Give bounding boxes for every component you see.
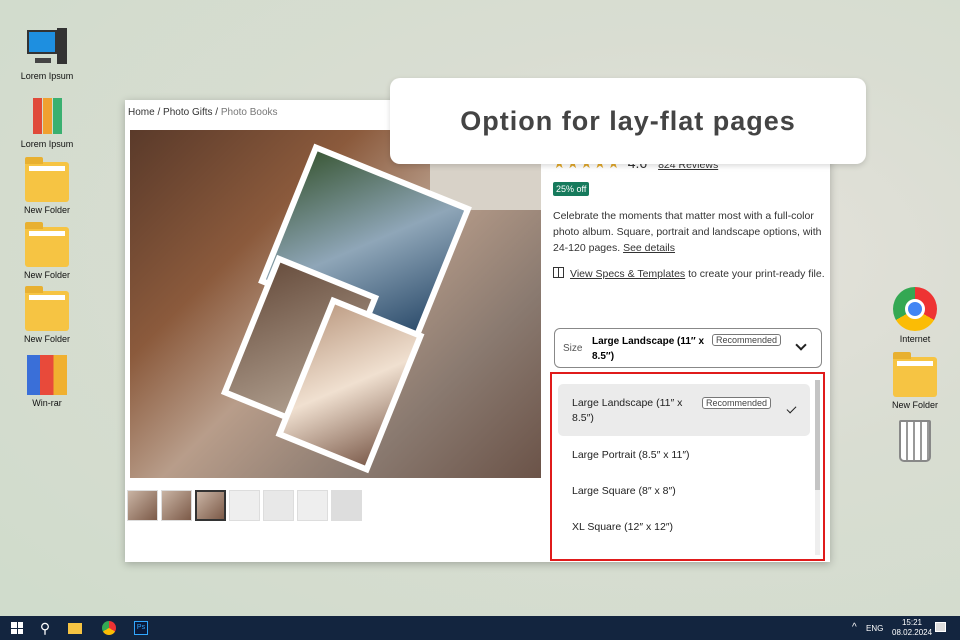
language-indicator[interactable]: ENG bbox=[866, 624, 883, 633]
layout-icon bbox=[553, 267, 564, 278]
desktop-icon-binders[interactable]: Lorem Ipsum bbox=[12, 96, 82, 149]
breadcrumb-home[interactable]: Home bbox=[128, 107, 155, 118]
trash-icon bbox=[899, 420, 931, 462]
tray-chevron-icon[interactable]: ^ bbox=[852, 622, 857, 633]
recommended-tag: Recommended bbox=[712, 334, 782, 346]
file-explorer-icon[interactable] bbox=[66, 619, 84, 637]
taskbar: ⚲ Ps ^ ENG 15:21 08.02.2024 bbox=[0, 616, 960, 640]
thumbnail[interactable] bbox=[127, 490, 158, 521]
discount-badge: 25% off bbox=[553, 182, 590, 196]
product-image bbox=[130, 130, 541, 478]
product-details: ★★★★★ 4.6 824 Reviews 25% off Celebrate … bbox=[553, 155, 825, 282]
size-option[interactable]: Large Square (8″ x 8″) bbox=[572, 485, 822, 497]
size-options-list: Large Landscape (11″ x 8.5″) Recommended… bbox=[550, 372, 825, 561]
desktop-icon-internet[interactable]: Internet bbox=[880, 287, 950, 344]
chrome-icon bbox=[893, 287, 937, 331]
folder-icon bbox=[893, 352, 937, 397]
computer-icon bbox=[25, 28, 69, 68]
thumbnail-strip bbox=[127, 490, 362, 521]
folder-icon bbox=[25, 157, 69, 202]
binders-icon bbox=[25, 96, 69, 136]
breadcrumb-current: Photo Books bbox=[220, 107, 278, 118]
desktop-icon-recycle-bin[interactable] bbox=[880, 420, 950, 465]
folder-icon bbox=[25, 286, 69, 331]
windows-start-icon[interactable] bbox=[8, 619, 26, 637]
desktop-icon-folder[interactable]: New Folder bbox=[12, 286, 82, 344]
winrar-icon bbox=[27, 355, 67, 395]
thumbnail[interactable] bbox=[297, 490, 328, 521]
recommended-tag: Recommended bbox=[702, 397, 772, 409]
desktop-icon-folder[interactable]: New Folder bbox=[12, 157, 82, 215]
see-details-link[interactable]: See details bbox=[623, 242, 675, 254]
thumbnail-selected[interactable] bbox=[195, 490, 226, 521]
product-description: Celebrate the moments that matter most w… bbox=[553, 210, 822, 254]
size-option[interactable]: XL Square (12″ x 12″) bbox=[572, 521, 822, 533]
thumbnail[interactable] bbox=[229, 490, 260, 521]
chevron-down-icon bbox=[795, 339, 807, 351]
photoshop-icon[interactable]: Ps bbox=[132, 619, 150, 637]
size-option[interactable]: Large Portrait (8.5″ x 11″) bbox=[572, 449, 822, 461]
notification-icon[interactable] bbox=[935, 622, 946, 632]
search-icon[interactable]: ⚲ bbox=[36, 619, 54, 637]
desktop-icon-folder[interactable]: New Folder bbox=[12, 222, 82, 280]
breadcrumb-photo-gifts[interactable]: Photo Gifts bbox=[163, 107, 212, 118]
callout-banner: Option for lay-flat pages bbox=[390, 78, 866, 164]
thumbnail[interactable] bbox=[161, 490, 192, 521]
size-option-label[interactable]: Large Landscape (11″ x 8.5″) bbox=[572, 396, 692, 426]
folder-icon bbox=[25, 222, 69, 267]
clock[interactable]: 15:21 08.02.2024 bbox=[892, 618, 932, 638]
scrollbar[interactable] bbox=[815, 380, 820, 555]
desktop-icon-computer[interactable]: Lorem Ipsum bbox=[12, 28, 82, 81]
thumbnail[interactable] bbox=[331, 490, 362, 521]
desktop-icon-folder[interactable]: New Folder bbox=[880, 352, 950, 410]
breadcrumb: Home / Photo Gifts / Photo Books bbox=[128, 107, 278, 118]
chrome-taskbar-icon[interactable] bbox=[100, 619, 118, 637]
thumbnail[interactable] bbox=[263, 490, 294, 521]
view-specs-link[interactable]: View Specs & Templates bbox=[570, 268, 685, 280]
desktop-icon-winrar[interactable]: Win-rar bbox=[12, 355, 82, 408]
size-select[interactable]: Size Large Landscape (11″ x 8.5″) Recomm… bbox=[554, 328, 822, 368]
